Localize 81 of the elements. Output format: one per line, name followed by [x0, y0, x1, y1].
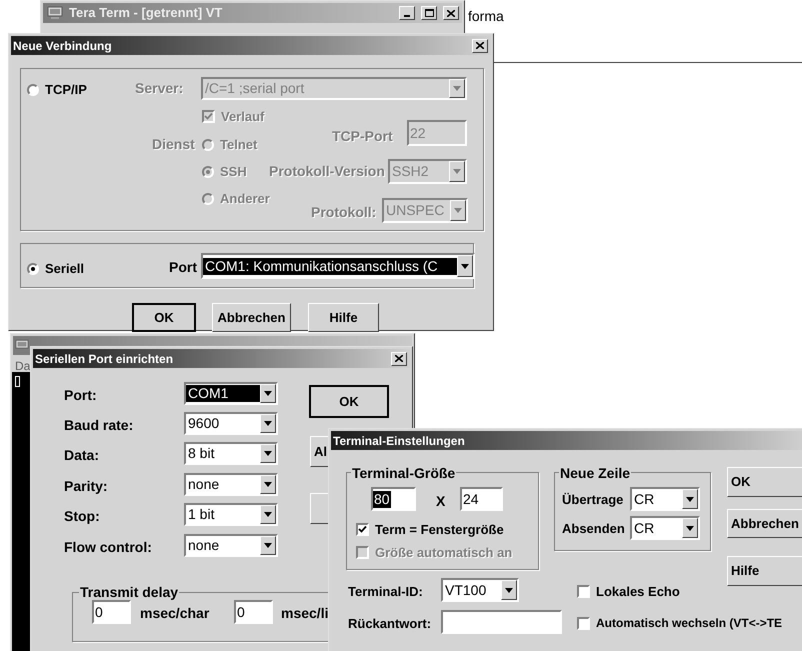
dropdown[interactable]: none — [184, 473, 278, 496]
field-label: Protokoll-Version — [269, 162, 385, 181]
field-label: TCP-Port — [332, 127, 393, 146]
caret-icon[interactable] — [260, 384, 276, 403]
field-label: Absenden — [562, 520, 625, 538]
dialog-button[interactable]: Hilfe — [308, 303, 379, 332]
input-field[interactable] — [441, 610, 562, 634]
caret-icon[interactable] — [260, 505, 276, 524]
times-label: X — [436, 492, 446, 511]
caret-icon[interactable] — [682, 518, 698, 538]
caret-icon[interactable] — [260, 444, 276, 463]
minimize-icon[interactable] — [399, 6, 415, 20]
dialog-button[interactable]: OK — [309, 385, 389, 418]
input-field[interactable]: 0 — [92, 600, 131, 624]
radio-label: Anderer — [220, 190, 270, 208]
field-label: Port: — [64, 386, 97, 405]
cursor-icon — [15, 376, 20, 387]
field-label: Stop: — [64, 507, 100, 526]
field-label: Terminal-ID: — [348, 583, 423, 601]
field-label: Flow control: — [64, 538, 152, 557]
close-icon[interactable] — [472, 38, 488, 52]
caret-icon[interactable] — [457, 255, 473, 277]
input-field[interactable]: 80 — [371, 487, 416, 511]
dropdown[interactable]: CR — [630, 487, 700, 511]
radio-label: Seriell — [45, 260, 84, 278]
window-title: Neue Verbindung — [13, 38, 112, 54]
dropdown[interactable]: COM1 — [184, 382, 278, 405]
checkbox[interactable] — [577, 616, 590, 630]
caret-icon[interactable] — [501, 580, 517, 600]
radio-label: SSH — [220, 163, 247, 181]
window-title: Tera Term - [getrennt] VT — [69, 4, 224, 22]
field-label: Port — [169, 258, 197, 277]
dropdown[interactable]: VT100 — [441, 578, 519, 602]
field-label: Übertrage — [562, 491, 624, 509]
close-icon[interactable] — [443, 6, 459, 20]
radio-label: Telnet — [220, 136, 258, 154]
dropdown[interactable]: 1 bit — [184, 503, 278, 526]
radio-label: TCP/IP — [45, 81, 87, 99]
field-label: Rückantwort: — [348, 615, 432, 633]
radio-button[interactable] — [27, 262, 39, 275]
field-label: Protokoll: — [311, 203, 376, 222]
caret-icon[interactable] — [449, 161, 465, 182]
dialog-button[interactable]: Abbrechen — [212, 303, 291, 332]
background-text: forma — [468, 7, 504, 26]
field-label: Data: — [64, 446, 100, 465]
dropdown[interactable]: none — [184, 534, 278, 557]
maximize-icon[interactable] — [421, 6, 437, 20]
unit-label: msec/char — [140, 604, 210, 623]
checkbox-label: Automatisch wechseln (VT<->TE — [596, 615, 782, 632]
window-title: Seriellen Port einrichten — [35, 350, 174, 368]
dropdown[interactable]: COM1: Kommunikationsanschluss (C — [201, 253, 475, 279]
checkbox-label: Term = Fenstergröße — [375, 521, 504, 539]
window-title: Terminal-Einstellungen — [333, 432, 465, 450]
unit-label: msec/li — [281, 604, 328, 623]
app-icon — [47, 6, 63, 20]
input-field[interactable]: 0 — [234, 600, 273, 624]
caret-icon[interactable] — [260, 536, 276, 555]
caret-icon[interactable] — [449, 79, 465, 98]
dropdown[interactable]: 9600 — [184, 412, 278, 435]
checkbox-label: Lokales Echo — [596, 583, 680, 601]
checkbox[interactable] — [356, 523, 369, 536]
caret-icon[interactable] — [682, 489, 698, 509]
field-label: Baud rate: — [64, 416, 134, 435]
close-icon[interactable] — [391, 352, 407, 366]
checkbox-label: Verlauf — [221, 108, 264, 126]
field-label: Dienst — [152, 135, 195, 154]
caret-icon[interactable] — [450, 200, 466, 221]
caret-icon[interactable] — [260, 475, 276, 494]
dialog-button[interactable]: Abbrechen — [727, 509, 802, 538]
dialog-button[interactable]: Hilfe — [727, 556, 802, 586]
menu-item[interactable]: Da — [15, 357, 30, 375]
checkbox-label: Größe automatisch an — [375, 544, 512, 562]
dialog-button[interactable]: OK — [132, 303, 196, 332]
field-label: Parity: — [64, 477, 108, 496]
field-label: Server: — [135, 79, 184, 98]
dropdown[interactable]: CR — [630, 516, 700, 540]
input-field[interactable]: 24 — [460, 487, 503, 511]
dialog-button[interactable]: OK — [727, 467, 802, 497]
checkbox[interactable] — [577, 585, 590, 598]
caret-icon[interactable] — [260, 414, 276, 433]
dropdown[interactable]: 8 bit — [184, 442, 278, 465]
